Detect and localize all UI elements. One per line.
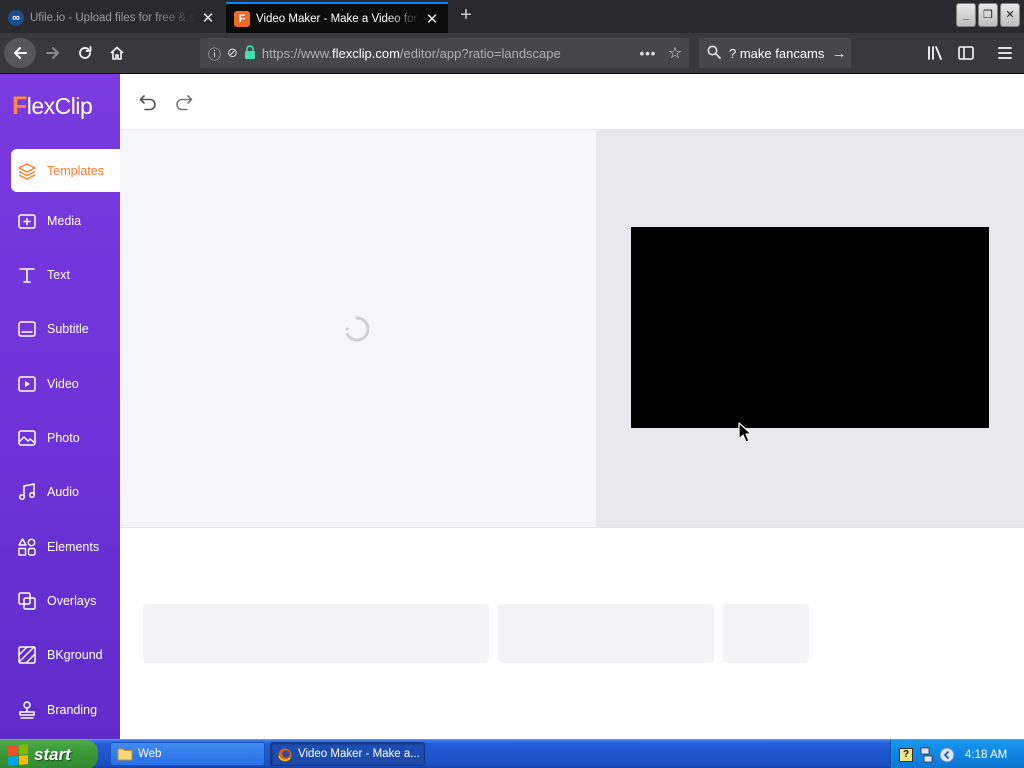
templates-panel — [120, 130, 596, 527]
back-arrow-icon[interactable] — [4, 38, 36, 68]
templates-layers-icon — [17, 161, 37, 181]
background-icon — [17, 645, 37, 665]
system-tray: ? 4:18 AM — [890, 740, 1024, 768]
reload-icon[interactable] — [70, 39, 100, 67]
home-icon[interactable] — [102, 39, 132, 67]
tab-video-maker[interactable]: F Video Maker - Make a Video for Free ✕ — [226, 2, 448, 33]
tab-ufile[interactable]: ∞ Ufile.io - Upload files for free & sha… — [0, 2, 224, 33]
loading-spinner-icon — [342, 314, 372, 344]
sidebar-item-label: Overlays — [47, 594, 97, 608]
media-add-icon — [17, 211, 37, 231]
tab-title: Ufile.io - Upload files for free & share — [30, 11, 196, 24]
start-label: start — [34, 744, 71, 764]
taskbar-item-video-maker[interactable]: Video Maker - Make a... — [270, 742, 425, 766]
expand-tray-chevron-icon[interactable] — [939, 747, 955, 763]
mouse-cursor-icon — [738, 422, 753, 444]
editor-sidebar: FlexClip Templates Media Text Subtitle V… — [0, 74, 120, 739]
info-icon[interactable]: ⓘ — [208, 44, 221, 63]
start-button[interactable]: start — [0, 740, 98, 768]
restore-window-button[interactable]: ❐ — [978, 3, 998, 27]
flexclip-editor: FlexClip Templates Media Text Subtitle V… — [0, 74, 1024, 739]
sidebar-item-audio[interactable]: Audio — [0, 469, 120, 515]
url-path: /editor/app?ratio=landscape — [399, 45, 561, 61]
overlays-icon — [17, 591, 37, 611]
video-canvas[interactable] — [631, 227, 989, 428]
sidebar-item-label: Media — [47, 214, 82, 228]
branding-stamp-icon — [17, 700, 37, 720]
task-label: Video Maker - Make a... — [298, 748, 420, 760]
photo-image-icon — [17, 428, 37, 448]
help-icon[interactable]: ? — [899, 747, 913, 762]
forward-arrow-icon[interactable] — [38, 39, 68, 67]
browser-toolbar: ⓘ ⊘ https://www.flexclip.com/editor/app?… — [0, 33, 1024, 74]
sidebar-item-label: Elements — [47, 540, 100, 554]
close-window-button[interactable]: ✕ — [1000, 3, 1020, 27]
ufile-icon: ∞ — [8, 9, 24, 26]
folder-icon — [117, 747, 133, 761]
sidebar-item-label: Photo — [47, 431, 80, 445]
sidebar-item-text[interactable]: Text — [0, 252, 120, 298]
library-icon[interactable] — [920, 39, 950, 67]
sidebar-item-overlays[interactable]: Overlays — [0, 578, 120, 624]
text-t-icon — [17, 265, 37, 285]
hamburger-menu-icon[interactable] — [990, 39, 1020, 67]
sidebar-item-label: BKground — [47, 648, 103, 662]
url-domain: flexclip.com — [332, 45, 400, 61]
go-arrow-icon[interactable]: → — [827, 45, 851, 62]
network-icon[interactable] — [919, 747, 933, 763]
flexclip-logo[interactable]: FlexClip — [12, 92, 93, 126]
bookmark-star-icon[interactable]: ☆ — [661, 43, 689, 63]
sidebar-item-media[interactable]: Media — [0, 198, 120, 244]
timeline-placeholder — [723, 604, 809, 663]
minimize-window-button[interactable]: _ — [956, 3, 976, 27]
url-prefix: https://www. — [261, 45, 332, 61]
close-icon[interactable]: ✕ — [200, 9, 216, 27]
close-icon[interactable]: ✕ — [424, 10, 440, 28]
search-box[interactable]: ? make fancams → — [699, 38, 851, 68]
sidebar-item-branding[interactable]: Branding — [0, 687, 120, 733]
windows-taskbar: start Web Video Maker - Make a... ? 4:18… — [0, 739, 1024, 768]
flexclip-f-icon: F — [234, 10, 250, 27]
page-actions-icon[interactable]: ••• — [635, 46, 661, 61]
timeline-placeholder — [143, 604, 489, 663]
preview-stage — [596, 130, 1024, 527]
elements-shapes-icon — [17, 537, 37, 557]
url-text: https://www.flexclip.com/editor/app?rati… — [262, 46, 635, 61]
tab-title: Video Maker - Make a Video for Free — [256, 12, 420, 25]
firefox-icon — [277, 747, 293, 762]
clock: 4:18 AM — [965, 748, 1008, 761]
search-icon — [707, 45, 721, 62]
sidebar-item-templates[interactable]: Templates — [11, 149, 120, 192]
sidebar-item-label: Subtitle — [47, 322, 89, 336]
sidebar-item-bkground[interactable]: BKground — [0, 632, 120, 678]
browser-tab-strip: ∞ Ufile.io - Upload files for free & sha… — [0, 0, 1024, 33]
sidebar-item-label: Audio — [47, 485, 79, 499]
timeline-placeholder — [498, 604, 714, 663]
search-input-text: ? make fancams — [729, 45, 825, 61]
sidebar-item-subtitle[interactable]: Subtitle — [0, 306, 120, 352]
redo-icon[interactable] — [172, 90, 196, 114]
new-tab-plus-icon[interactable]: + — [454, 4, 478, 28]
video-play-icon — [17, 374, 37, 394]
audio-note-icon — [17, 482, 37, 502]
undo-icon[interactable] — [136, 90, 160, 114]
timeline-area — [120, 527, 1024, 739]
task-label: Web — [138, 748, 162, 760]
editor-top-bar — [120, 74, 1024, 130]
taskbar-item-web[interactable]: Web — [110, 742, 265, 766]
windows-flag-icon — [8, 743, 28, 766]
sidebar-item-label: Templates — [47, 163, 104, 178]
lock-icon[interactable] — [244, 44, 256, 62]
sidebar-item-label: Video — [47, 377, 79, 391]
autoplay-blocked-icon[interactable]: ⊘ — [227, 45, 238, 61]
address-bar[interactable]: ⓘ ⊘ https://www.flexclip.com/editor/app?… — [200, 38, 689, 68]
sidebar-toggle-icon[interactable] — [951, 39, 981, 67]
sidebar-item-video[interactable]: Video — [0, 361, 120, 407]
subtitle-icon — [17, 319, 37, 339]
sidebar-item-photo[interactable]: Photo — [0, 415, 120, 461]
sidebar-item-label: Text — [47, 268, 70, 282]
sidebar-item-label: Branding — [47, 703, 98, 717]
sidebar-item-elements[interactable]: Elements — [0, 524, 120, 570]
